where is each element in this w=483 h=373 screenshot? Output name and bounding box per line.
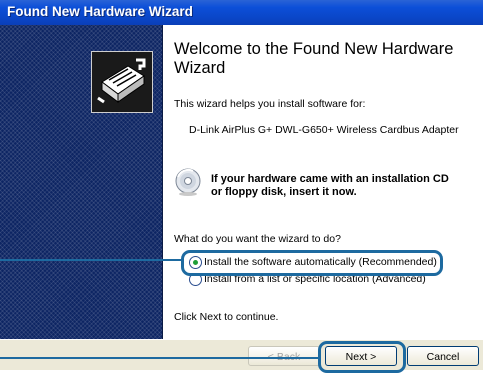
cd-prompt-line-1: If your hardware came with an installati… — [211, 173, 449, 185]
hardware-wizard-icon — [91, 51, 153, 113]
cd-prompt: If your hardware came with an installati… — [211, 173, 471, 199]
callout-line-next — [0, 357, 320, 359]
wizard-side-banner — [0, 25, 163, 339]
page-title: Welcome to the Found New Hardware Wizard — [174, 40, 454, 77]
title-bar[interactable]: Found New Hardware Wizard — [0, 0, 483, 26]
cd-prompt-line-2: or floppy disk, insert it now. — [211, 186, 357, 198]
cancel-button[interactable]: Cancel — [407, 346, 479, 366]
footer-hint: Click Next to continue. — [174, 311, 279, 323]
callout-highlight-next — [318, 341, 406, 373]
callout-line-option — [0, 259, 183, 261]
device-name: D-Link AirPlus G+ DWL-G650+ Wireless Car… — [189, 124, 459, 136]
callout-highlight-option — [181, 250, 443, 276]
cd-icon — [173, 167, 203, 197]
intro-text: This wizard helps you install software f… — [174, 98, 366, 110]
window-title: Found New Hardware Wizard — [7, 4, 193, 19]
wizard-question: What do you want the wizard to do? — [174, 233, 341, 245]
back-button[interactable]: < Back — [248, 346, 320, 366]
